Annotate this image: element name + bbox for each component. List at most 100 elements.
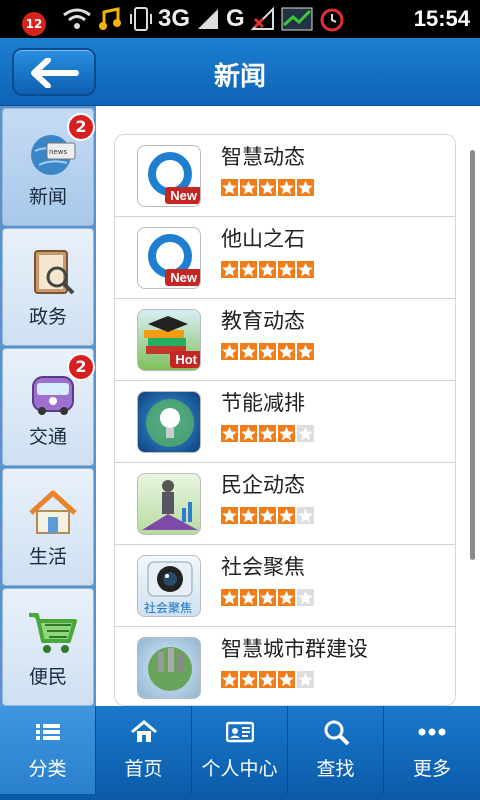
list-item-title: 智慧城市群建设 (221, 637, 368, 661)
rating-stars (221, 425, 314, 442)
list-item-title: 社会聚焦 (221, 555, 305, 579)
vibrate-icon (130, 7, 152, 31)
star-filled-icon (278, 261, 295, 278)
rating-stars (221, 671, 314, 688)
bottom-strip (0, 794, 480, 800)
music-icon (99, 7, 121, 30)
star-empty-icon (297, 507, 314, 524)
star-filled-icon (221, 343, 238, 360)
list-item[interactable]: New 他山之石 (115, 217, 455, 299)
document-search-icon (34, 250, 75, 295)
star-filled-icon (297, 343, 314, 360)
sidebar-item-government[interactable]: 政务 (2, 228, 94, 346)
house-icon (29, 490, 77, 534)
category-sidebar: news 2 新闻 政务 2 交通 生活 便民 (0, 106, 96, 706)
star-filled-icon (221, 179, 238, 196)
star-filled-icon (259, 507, 276, 524)
svg-text:news: news (49, 148, 67, 156)
sidebar-item-traffic[interactable]: 2 交通 (2, 348, 95, 466)
content-area: New 智慧动态 New 他山之石 Hot 教育动态 节能减排 民企动态 社会聚… (96, 106, 480, 706)
status-bar: 12 3G G 15:54 (0, 0, 480, 38)
star-empty-icon (297, 425, 314, 442)
wifi-icon (63, 8, 91, 29)
list-item[interactable]: 社会聚焦 社会聚焦 (115, 545, 455, 627)
tab-label: 首页 (124, 758, 163, 780)
tab-category[interactable]: 分类 (0, 706, 96, 794)
sidebar-item-news[interactable]: news 2 新闻 (2, 108, 95, 226)
notification-badge: 12 (22, 12, 46, 36)
new-tag: New (165, 269, 200, 286)
tab-label: 查找 (316, 758, 355, 780)
sidebar-item-label: 便民 (28, 666, 67, 688)
no-signal-icon (250, 7, 274, 30)
clock: 15:54 (413, 6, 470, 31)
rating-stars (221, 507, 314, 524)
tab-label: 个人中心 (201, 758, 278, 780)
rating-stars (221, 261, 314, 278)
alarm-icon (320, 8, 344, 32)
list-item-title: 教育动态 (221, 309, 305, 333)
list-icon (36, 724, 60, 740)
sidebar-item-convenience[interactable]: 便民 (2, 588, 94, 706)
tab-search[interactable]: 查找 (288, 706, 384, 794)
id-card-icon (226, 721, 254, 743)
page-title: 新闻 (213, 62, 266, 92)
books-icon: Hot (137, 309, 201, 371)
city-globe-icon (137, 637, 201, 699)
sidebar-item-label: 新闻 (28, 186, 67, 208)
list-item-title: 智慧动态 (221, 145, 305, 169)
status-icons: 3G G (62, 4, 345, 34)
star-filled-icon (221, 425, 238, 442)
scrollbar[interactable] (470, 150, 475, 560)
star-filled-icon (240, 343, 257, 360)
home-icon (131, 720, 157, 742)
more-icon (418, 728, 446, 736)
new-tag: New (165, 187, 200, 204)
star-filled-icon (278, 507, 295, 524)
shopping-cart-icon (29, 613, 77, 653)
search-icon (324, 720, 350, 746)
rating-stars (221, 589, 314, 606)
q-logo-icon: New (137, 145, 201, 207)
star-filled-icon (221, 589, 238, 606)
list-item[interactable]: 智慧城市群建设 (115, 627, 455, 705)
star-filled-icon (278, 671, 295, 688)
q-logo-icon: New (137, 227, 201, 289)
star-filled-icon (240, 261, 257, 278)
star-filled-icon (259, 589, 276, 606)
star-filled-icon (240, 671, 257, 688)
news-list: New 智慧动态 New 他山之石 Hot 教育动态 节能减排 民企动态 社会聚… (114, 134, 456, 706)
star-filled-icon (278, 179, 295, 196)
list-item[interactable]: New 智慧动态 (115, 135, 455, 217)
star-filled-icon (259, 261, 276, 278)
network-type-2: G (226, 5, 245, 32)
sidebar-item-label: 交通 (28, 426, 67, 448)
tab-label: 分类 (28, 758, 67, 780)
tab-home[interactable]: 首页 (96, 706, 192, 794)
star-filled-icon (259, 179, 276, 196)
tab-more[interactable]: 更多 (384, 706, 480, 794)
list-item[interactable]: 民企动态 (115, 463, 455, 545)
list-item[interactable]: Hot 教育动态 (115, 299, 455, 381)
network-type: 3G (158, 5, 191, 32)
sidebar-item-life[interactable]: 生活 (2, 468, 94, 586)
signal-icon (198, 9, 219, 29)
star-filled-icon (278, 343, 295, 360)
camera-lens-icon: 社会聚焦 (137, 555, 201, 617)
star-filled-icon (221, 261, 238, 278)
sidebar-item-label: 生活 (28, 546, 67, 568)
tab-personal-center[interactable]: 个人中心 (192, 706, 288, 794)
star-filled-icon (297, 261, 314, 278)
businessman-icon (137, 473, 201, 535)
star-filled-icon (278, 425, 295, 442)
star-filled-icon (240, 179, 257, 196)
list-item[interactable]: 节能减排 (115, 381, 455, 463)
traffic-count-badge: 2 (67, 353, 95, 381)
title-bar: 新闻 (0, 38, 480, 106)
news-count-badge: 2 (67, 113, 95, 141)
list-item-title: 节能减排 (221, 391, 305, 415)
rating-stars (221, 343, 314, 360)
star-filled-icon (240, 425, 257, 442)
star-filled-icon (221, 671, 238, 688)
lightbulb-globe-icon (137, 391, 201, 453)
